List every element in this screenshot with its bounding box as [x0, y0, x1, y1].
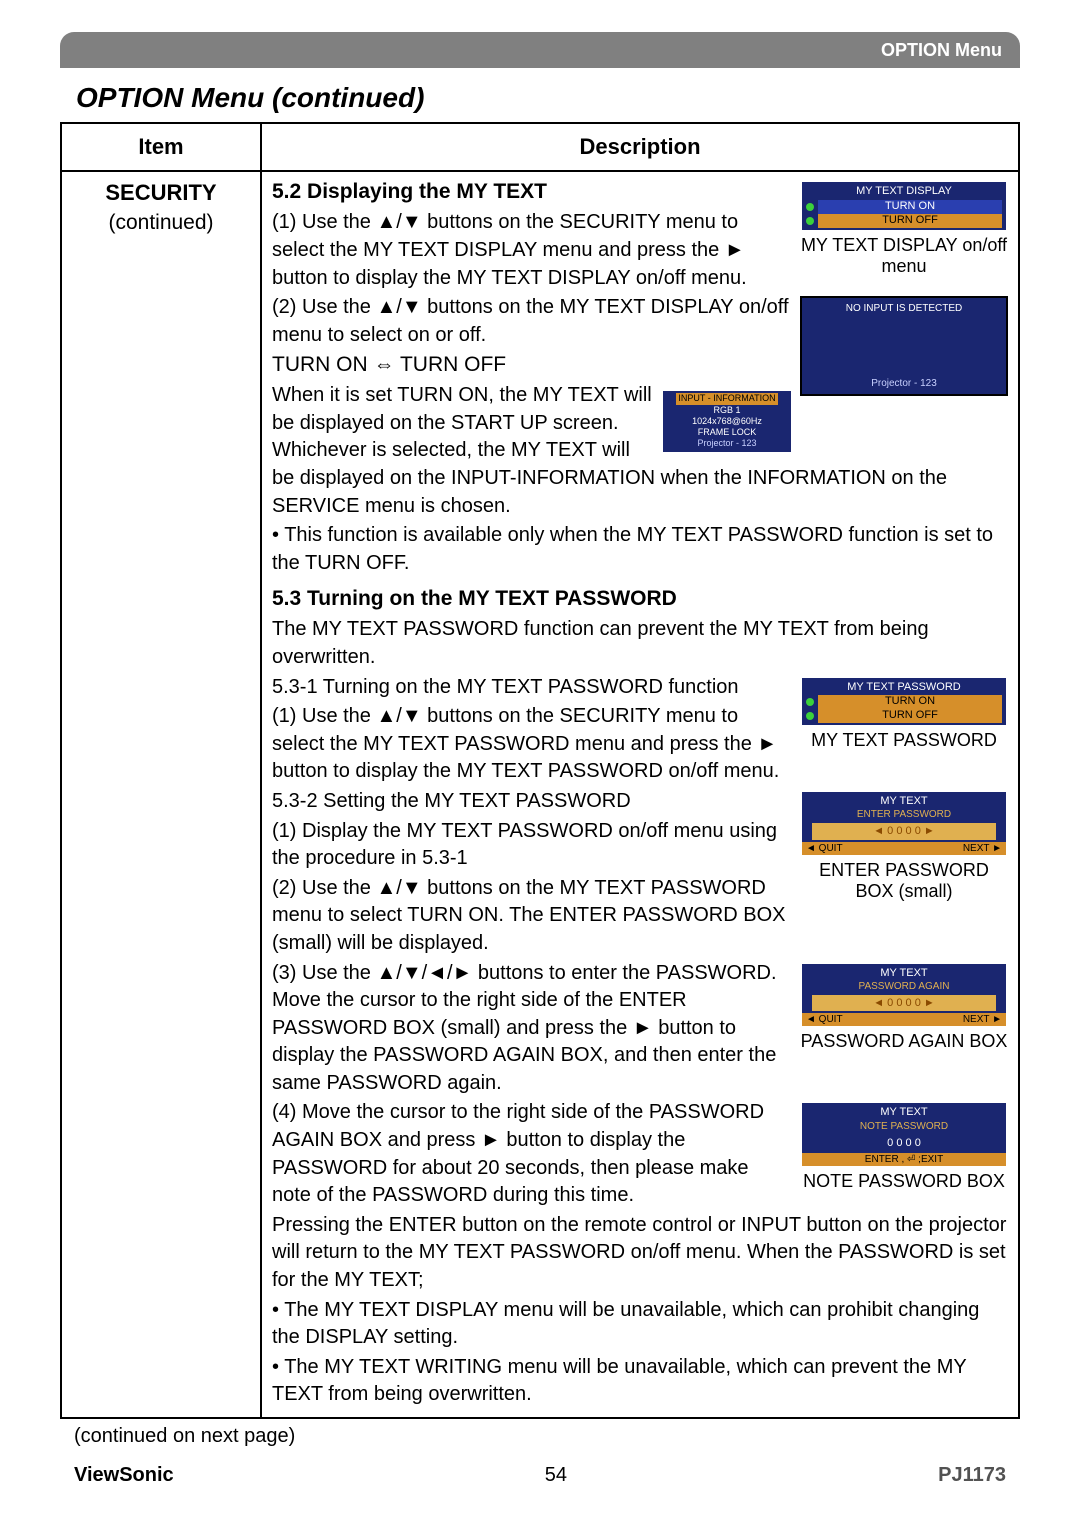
- osd-turn-off: TURN OFF: [818, 709, 1002, 723]
- bullet-icon: [806, 203, 814, 211]
- osd-turn-off: TURN OFF: [818, 214, 1002, 228]
- osd-enter-pw-panel: MY TEXT ENTER PASSWORD ◄ 0 0 0 0 ► ◄ QUI…: [800, 790, 1008, 903]
- osd-title: MY TEXT DISPLAY: [802, 184, 1006, 200]
- osd-noinput-panel: NO INPUT IS DETECTED Projector - 123: [800, 296, 1008, 396]
- osd-info-l4: Projector - 123: [697, 438, 756, 449]
- table-header-row: Item Description: [61, 123, 1019, 171]
- osd-caption: MY TEXT DISPLAY on/off menu: [800, 235, 1008, 278]
- pw-quit: ◄ QUIT: [806, 842, 843, 855]
- option-table: Item Description SECURITY (continued) MY…: [60, 122, 1020, 1419]
- pw-title: MY TEXT: [802, 966, 1006, 980]
- item-name-security: SECURITY: [72, 178, 250, 208]
- pw-next: NEXT ►: [963, 842, 1002, 855]
- osd-title: MY TEXT PASSWORD: [802, 680, 1006, 696]
- s53-bullet3: • The MY TEXT WRITING menu will be unava…: [272, 1354, 1008, 1409]
- col-header-desc: Description: [261, 123, 1019, 171]
- pw-sub: NOTE PASSWORD: [802, 1120, 1006, 1133]
- osd-pw-again-panel: MY TEXT PASSWORD AGAIN ◄ 0 0 0 0 ► ◄ QUI…: [800, 962, 1008, 1053]
- item-cell: SECURITY (continued): [61, 171, 261, 1418]
- osd-caption: NOTE PASSWORD BOX: [800, 1171, 1008, 1193]
- pw-title: MY TEXT: [802, 794, 1006, 808]
- s52-para1: When it is set TURN ON, the MY TEXT will…: [272, 382, 1008, 520]
- bullet-icon: [806, 698, 814, 706]
- osd-input-info-panel: INPUT - INFORMATION RGB 1 1024x768@60Hz …: [662, 390, 792, 452]
- h-5-3: 5.3 Turning on the MY TEXT PASSWORD: [272, 585, 1008, 614]
- osd-note-pw-panel: MY TEXT NOTE PASSWORD 0 0 0 0 ENTER , ⏎ …: [800, 1101, 1008, 1192]
- pw-bottom: ENTER , ⏎ ;EXIT: [865, 1153, 943, 1166]
- section-header-bar: OPTION Menu: [60, 32, 1020, 68]
- desc-cell: MY TEXT DISPLAY TURN ON TURN OFF MY TEXT…: [261, 171, 1019, 1418]
- osd-enter-password: MY TEXT ENTER PASSWORD ◄ 0 0 0 0 ► ◄ QUI…: [800, 790, 1008, 857]
- footer: ViewSonic 54 PJ1173: [60, 1464, 1020, 1487]
- osd-mytext-pw-panel: MY TEXT PASSWORD TURN ON TURN OFF MY TEX…: [800, 676, 1008, 752]
- s53-bullet2: • The MY TEXT DISPLAY menu will be unava…: [272, 1297, 1008, 1352]
- osd-noinput: NO INPUT IS DETECTED Projector - 123: [800, 296, 1008, 396]
- pw-sub: ENTER PASSWORD: [802, 808, 1006, 821]
- osd-mytext-display: MY TEXT DISPLAY TURN ON TURN OFF: [800, 180, 1008, 231]
- osd-caption: MY TEXT PASSWORD: [800, 730, 1008, 752]
- osd-mytext-display-panel: MY TEXT DISPLAY TURN ON TURN OFF MY TEXT…: [800, 180, 1008, 277]
- pw-quit: ◄ QUIT: [806, 1013, 843, 1026]
- page-subtitle: OPTION Menu (continued): [76, 82, 1020, 114]
- osd-caption: PASSWORD AGAIN BOX: [800, 1031, 1008, 1053]
- pw-title: MY TEXT: [802, 1105, 1006, 1119]
- bullet-icon: [806, 217, 814, 225]
- bullet-icon: [806, 712, 814, 720]
- pw-digits: ◄ 0 0 0 0 ►: [812, 823, 996, 839]
- footer-page-number: 54: [545, 1464, 567, 1487]
- section-header-label: OPTION Menu: [881, 40, 1002, 61]
- s53-lead: The MY TEXT PASSWORD function can preven…: [272, 616, 1008, 671]
- osd-info-l1: RGB 1: [713, 405, 740, 416]
- footer-brand: ViewSonic: [74, 1464, 174, 1487]
- s53-para2: Pressing the ENTER button on the remote …: [272, 1212, 1008, 1295]
- osd-input-info: INPUT - INFORMATION RGB 1 1024x768@60Hz …: [662, 390, 792, 452]
- osd-note-password: MY TEXT NOTE PASSWORD 0 0 0 0 ENTER , ⏎ …: [800, 1101, 1008, 1168]
- pw-next: NEXT ►: [963, 1013, 1002, 1026]
- osd-turn-on: TURN ON: [818, 695, 1002, 709]
- col-header-item: Item: [61, 123, 261, 171]
- pw-digits: 0 0 0 0: [812, 1135, 996, 1151]
- osd-noinput-line2: Projector - 123: [871, 377, 937, 390]
- osd-mytext-password: MY TEXT PASSWORD TURN ON TURN OFF: [800, 676, 1008, 727]
- osd-info-hdr: INPUT - INFORMATION: [676, 393, 777, 404]
- table-row: SECURITY (continued) MY TEXT DISPLAY TUR…: [61, 171, 1019, 1418]
- osd-turn-on: TURN ON: [818, 200, 1002, 214]
- osd-caption: ENTER PASSWORD BOX (small): [800, 860, 1008, 903]
- osd-info-l3: FRAME LOCK: [698, 427, 757, 438]
- osd-info-l2: 1024x768@60Hz: [692, 416, 762, 427]
- osd-noinput-line1: NO INPUT IS DETECTED: [846, 302, 963, 315]
- pw-digits: ◄ 0 0 0 0 ►: [812, 995, 996, 1011]
- footer-model: PJ1173: [938, 1464, 1006, 1487]
- continued-note: (continued on next page): [74, 1425, 1020, 1448]
- item-sub-continued: (continued): [72, 209, 250, 238]
- pw-sub: PASSWORD AGAIN: [802, 980, 1006, 993]
- s52-bullet1: • This function is available only when t…: [272, 522, 1008, 577]
- osd-password-again: MY TEXT PASSWORD AGAIN ◄ 0 0 0 0 ► ◄ QUI…: [800, 962, 1008, 1029]
